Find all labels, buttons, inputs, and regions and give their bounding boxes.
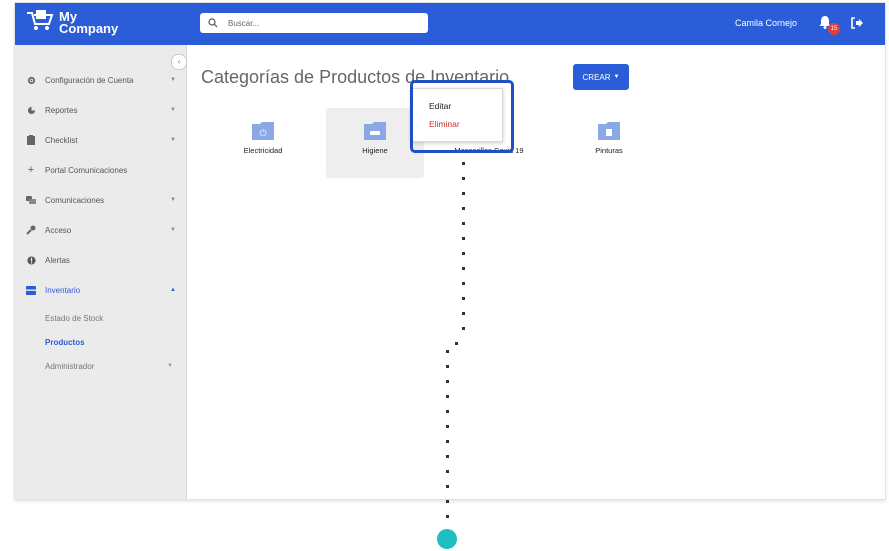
guide-dot <box>446 380 449 383</box>
guide-dot <box>462 282 465 285</box>
folder-icon <box>598 122 620 140</box>
category-label: Electricidad <box>243 146 283 155</box>
highlight-box <box>410 80 514 153</box>
click-pointer <box>437 529 457 549</box>
guide-dot <box>462 312 465 315</box>
guide-dot <box>462 192 465 195</box>
guide-dot <box>446 425 449 428</box>
cart-icon <box>25 9 55 36</box>
guide-dot <box>462 177 465 180</box>
guide-dot <box>446 500 449 503</box>
guide-dot <box>446 440 449 443</box>
guide-dot <box>462 207 465 210</box>
logout-icon[interactable] <box>850 16 864 35</box>
sidebar-item-configuracion[interactable]: Configuración de Cuenta ▼ <box>15 70 186 90</box>
sidebar-item-inventario[interactable]: Inventario ▲ <box>15 280 186 300</box>
guide-dot <box>462 237 465 240</box>
folder-icon: ⏻ <box>252 122 274 140</box>
chevron-down-icon: ▼ <box>167 363 173 369</box>
sidebar-item-label: Portal Comunicaciones <box>45 165 128 175</box>
notification-badge: 15 <box>828 23 840 35</box>
guide-dot <box>446 485 449 488</box>
sidebar-item-checklist[interactable]: Checklist ▼ <box>15 130 186 150</box>
folder-icon <box>364 122 386 140</box>
chevron-up-icon: ▲ <box>170 287 176 293</box>
chevron-down-icon: ▼ <box>170 137 176 143</box>
sidebar-subitem-administrador[interactable]: Administrador <box>45 362 94 371</box>
sidebar-item-label: Alertas <box>45 255 70 265</box>
pie-chart-icon <box>25 106 37 115</box>
sidebar-item-reportes[interactable]: Reportes ▼ <box>15 100 186 120</box>
chevron-down-icon: ▼ <box>170 197 176 203</box>
guide-dot <box>462 267 465 270</box>
sidebar-item-label: Checklist <box>45 135 78 145</box>
search-icon <box>208 18 218 28</box>
search-input[interactable] <box>226 17 410 29</box>
top-bar: My Company Camila Cornejo 15 <box>15 3 885 45</box>
guide-dot <box>446 455 449 458</box>
category-card-pinturas[interactable]: Pinturas <box>560 108 658 178</box>
clipboard-icon <box>25 135 37 145</box>
sidebar-item-portal-comunicaciones[interactable]: + Portal Comunicaciones <box>15 160 186 180</box>
sidebar-item-label: Inventario <box>45 285 81 295</box>
sidebar-item-label: Reportes <box>45 105 78 115</box>
guide-dot <box>446 350 449 353</box>
sidebar-item-label: Configuración de Cuenta <box>45 75 134 85</box>
box-icon <box>25 285 37 295</box>
chat-icon <box>25 195 37 205</box>
collapse-sidebar-button[interactable]: ‹ <box>171 54 187 70</box>
crear-button[interactable]: CREAR ▼ <box>573 64 629 90</box>
guide-dot <box>462 222 465 225</box>
plus-icon: + <box>27 164 35 176</box>
guide-dot <box>446 395 449 398</box>
sidebar-item-label: Comunicaciones <box>45 195 105 205</box>
sidebar-subitem-estado-stock[interactable]: Estado de Stock <box>45 314 103 323</box>
guide-dot <box>462 327 465 330</box>
chevron-down-icon: ▼ <box>170 77 176 83</box>
guide-dot <box>446 515 449 518</box>
guide-dot <box>462 162 465 165</box>
sidebar: Configuración de Cuenta ▼ Reportes ▼ Che… <box>15 45 187 499</box>
sidebar-item-label: Acceso <box>45 225 72 235</box>
logo[interactable]: My Company <box>25 9 118 36</box>
category-label: Pinturas <box>595 146 623 155</box>
guide-dot <box>446 410 449 413</box>
chevron-down-icon: ▼ <box>170 227 176 233</box>
svg-text:⏻: ⏻ <box>259 128 266 139</box>
search-box[interactable] <box>200 13 428 33</box>
sidebar-item-comunicaciones[interactable]: Comunicaciones ▼ <box>15 190 186 210</box>
chevron-down-icon: ▼ <box>170 107 176 113</box>
guide-dot <box>455 342 458 345</box>
sidebar-item-alertas[interactable]: Alertas <box>15 250 186 270</box>
crear-label: CREAR <box>582 72 611 82</box>
user-name[interactable]: Camila Cornejo <box>735 18 797 28</box>
guide-dot <box>446 365 449 368</box>
sidebar-subitem-productos[interactable]: Productos <box>45 338 85 347</box>
caret-down-icon: ▼ <box>613 74 620 80</box>
sidebar-item-acceso[interactable]: Acceso ▼ <box>15 220 186 240</box>
app-window: My Company Camila Cornejo 15 Configuraci… <box>15 3 885 499</box>
alert-icon <box>25 255 37 265</box>
guide-dot <box>462 252 465 255</box>
key-icon <box>25 225 37 235</box>
gear-icon <box>25 76 37 85</box>
guide-dot <box>446 470 449 473</box>
guide-dot <box>462 297 465 300</box>
category-card-electricidad[interactable]: ⏻ Electricidad <box>214 108 312 178</box>
logo-line2: Company <box>59 20 119 36</box>
